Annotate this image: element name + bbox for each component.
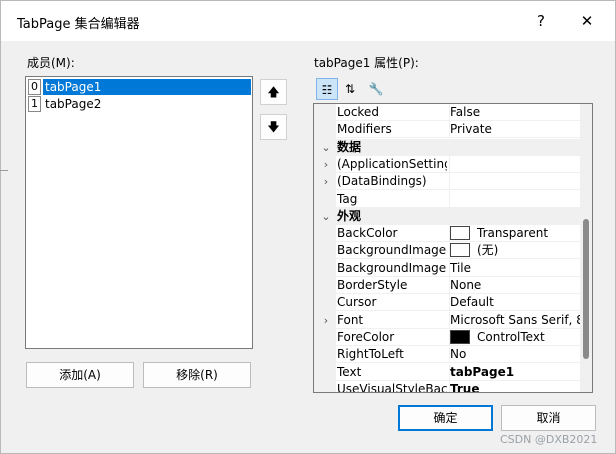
property-value-cell[interactable]: ControlText: [449, 328, 580, 346]
property-name: RightToLeft: [337, 347, 404, 362]
property-name: BackgroundImageLayout: [337, 260, 447, 275]
property-value-cell[interactable]: tabPage1: [449, 363, 580, 381]
property-row[interactable]: BorderStyle None: [314, 277, 580, 294]
alphabetical-icon[interactable]: ⇅: [339, 78, 361, 100]
property-name: BorderStyle: [337, 278, 408, 292]
property-name: UseVisualStyleBackColor: [337, 381, 447, 393]
property-row[interactable]: › Font Microsoft Sans Serif, 8pt: [314, 311, 580, 329]
move-up-button[interactable]: 🡅: [260, 79, 287, 105]
watermark: CSDN @DXB2021: [500, 433, 598, 446]
property-name: Font: [337, 312, 364, 327]
category-label: 外观: [337, 208, 362, 223]
color-swatch: [450, 243, 470, 258]
member-item[interactable]: 0 tabPage1: [28, 79, 251, 95]
property-value: No: [450, 347, 467, 362]
background-divider: [0, 170, 8, 171]
property-category[interactable]: ⌄ 外观: [314, 207, 580, 225]
color-swatch: [450, 329, 470, 344]
expand-icon[interactable]: ›: [319, 156, 333, 173]
property-value-cell[interactable]: Private: [449, 121, 580, 139]
property-name: BackgroundImage: [337, 243, 447, 258]
add-button[interactable]: 添加(A): [26, 362, 134, 388]
property-name: Modifiers: [337, 122, 392, 137]
member-item[interactable]: 1 tabPage2: [28, 96, 250, 112]
property-value-cell[interactable]: None: [449, 277, 580, 294]
property-value-cell[interactable]: No: [449, 346, 580, 364]
property-grid[interactable]: Locked False Modifiers Private ⌄ 数据 › (Applicat…: [313, 103, 593, 393]
property-name: BackColor: [337, 226, 398, 241]
property-value-cell[interactable]: Tile: [449, 259, 580, 277]
property-name: (ApplicationSettings): [337, 156, 447, 171]
properties-label: tabPage1 属性(P):: [314, 56, 419, 70]
property-row[interactable]: BackgroundImageLayoutTile: [314, 259, 580, 277]
window-title: TabPage 集合编辑器: [17, 17, 140, 32]
property-name: (DataBindings): [337, 174, 427, 189]
member-name: tabPage1: [43, 79, 251, 95]
property-row[interactable]: RightToLeft No: [314, 346, 580, 364]
title-bar: TabPage 集合编辑器 ? ✕: [1, 1, 615, 41]
scrollbar-thumb[interactable]: [583, 219, 589, 359]
color-swatch: [450, 226, 470, 241]
members-list[interactable]: 0 tabPage1 1 tabPage2: [25, 76, 253, 349]
property-value-cell[interactable]: Default: [449, 294, 580, 312]
property-value: Tile: [450, 260, 472, 275]
property-category[interactable]: ⌄ 数据: [314, 138, 580, 156]
member-name: tabPage2: [45, 97, 102, 111]
property-value: False: [450, 105, 481, 119]
property-row[interactable]: › (DataBindings): [314, 173, 580, 191]
expand-icon[interactable]: ›: [319, 173, 333, 190]
categorized-icon[interactable]: ☷: [316, 78, 338, 100]
cancel-button[interactable]: 取消: [501, 405, 596, 431]
property-name: Tag: [337, 191, 358, 206]
collapse-icon[interactable]: ⌄: [319, 208, 333, 225]
member-index: 1: [28, 96, 41, 112]
property-row[interactable]: Modifiers Private: [314, 121, 580, 139]
member-index: 0: [28, 79, 41, 95]
property-row[interactable]: Locked False: [314, 104, 580, 121]
property-value: None: [450, 278, 482, 292]
property-value-cell[interactable]: (无): [449, 242, 580, 260]
property-row[interactable]: Cursor Default: [314, 294, 580, 312]
property-value-cell[interactable]: True: [449, 380, 580, 393]
property-value: tabPage1: [450, 364, 515, 379]
help-button[interactable]: ?: [523, 7, 559, 35]
property-value-cell[interactable]: [449, 155, 580, 173]
expand-icon[interactable]: ›: [319, 312, 333, 329]
remove-button[interactable]: 移除(R): [143, 362, 251, 388]
property-value-cell[interactable]: Transparent: [449, 225, 580, 243]
property-value: Microsoft Sans Serif, 8pt: [450, 312, 580, 327]
property-row[interactable]: Text tabPage1: [314, 363, 580, 381]
collection-editor-dialog: TabPage 集合编辑器 ? ✕ 成员(M): 0 tabPage1 1 tabPa…: [0, 0, 616, 454]
property-grid-toolbar: ☷ ⇅ 🔧: [313, 77, 593, 101]
property-value: Default: [450, 295, 494, 310]
property-name: Cursor: [337, 295, 377, 310]
property-value-cell[interactable]: [449, 173, 580, 191]
property-value: True: [450, 381, 480, 393]
ok-button[interactable]: 确定: [398, 405, 493, 431]
members-label: 成员(M):: [27, 56, 75, 70]
property-name: Locked: [337, 105, 379, 119]
close-button[interactable]: ✕: [569, 7, 605, 35]
property-value: Private: [450, 122, 492, 137]
property-row[interactable]: ForeColor ControlText: [314, 328, 580, 346]
property-row[interactable]: UseVisualStyleBackColorTrue: [314, 380, 580, 393]
property-grid-scrollbar[interactable]: [580, 104, 592, 392]
property-pages-icon[interactable]: 🔧: [365, 78, 387, 100]
property-value-cell[interactable]: Microsoft Sans Serif, 8pt: [449, 311, 580, 329]
move-down-button[interactable]: 🡇: [260, 114, 287, 140]
property-row[interactable]: › (ApplicationSettings): [314, 155, 580, 173]
property-value: (无): [477, 243, 499, 258]
property-value: ControlText: [477, 329, 545, 344]
property-value: Transparent: [477, 226, 549, 241]
property-name: Text: [337, 364, 362, 379]
category-label: 数据: [337, 139, 362, 154]
property-value-cell[interactable]: [449, 190, 580, 208]
property-row[interactable]: Tag: [314, 190, 580, 208]
collapse-icon[interactable]: ⌄: [319, 139, 333, 156]
property-value-cell[interactable]: False: [449, 104, 580, 121]
property-row[interactable]: BackColor Transparent: [314, 225, 580, 243]
property-name: ForeColor: [337, 329, 395, 344]
property-row[interactable]: BackgroundImage (无): [314, 242, 580, 260]
